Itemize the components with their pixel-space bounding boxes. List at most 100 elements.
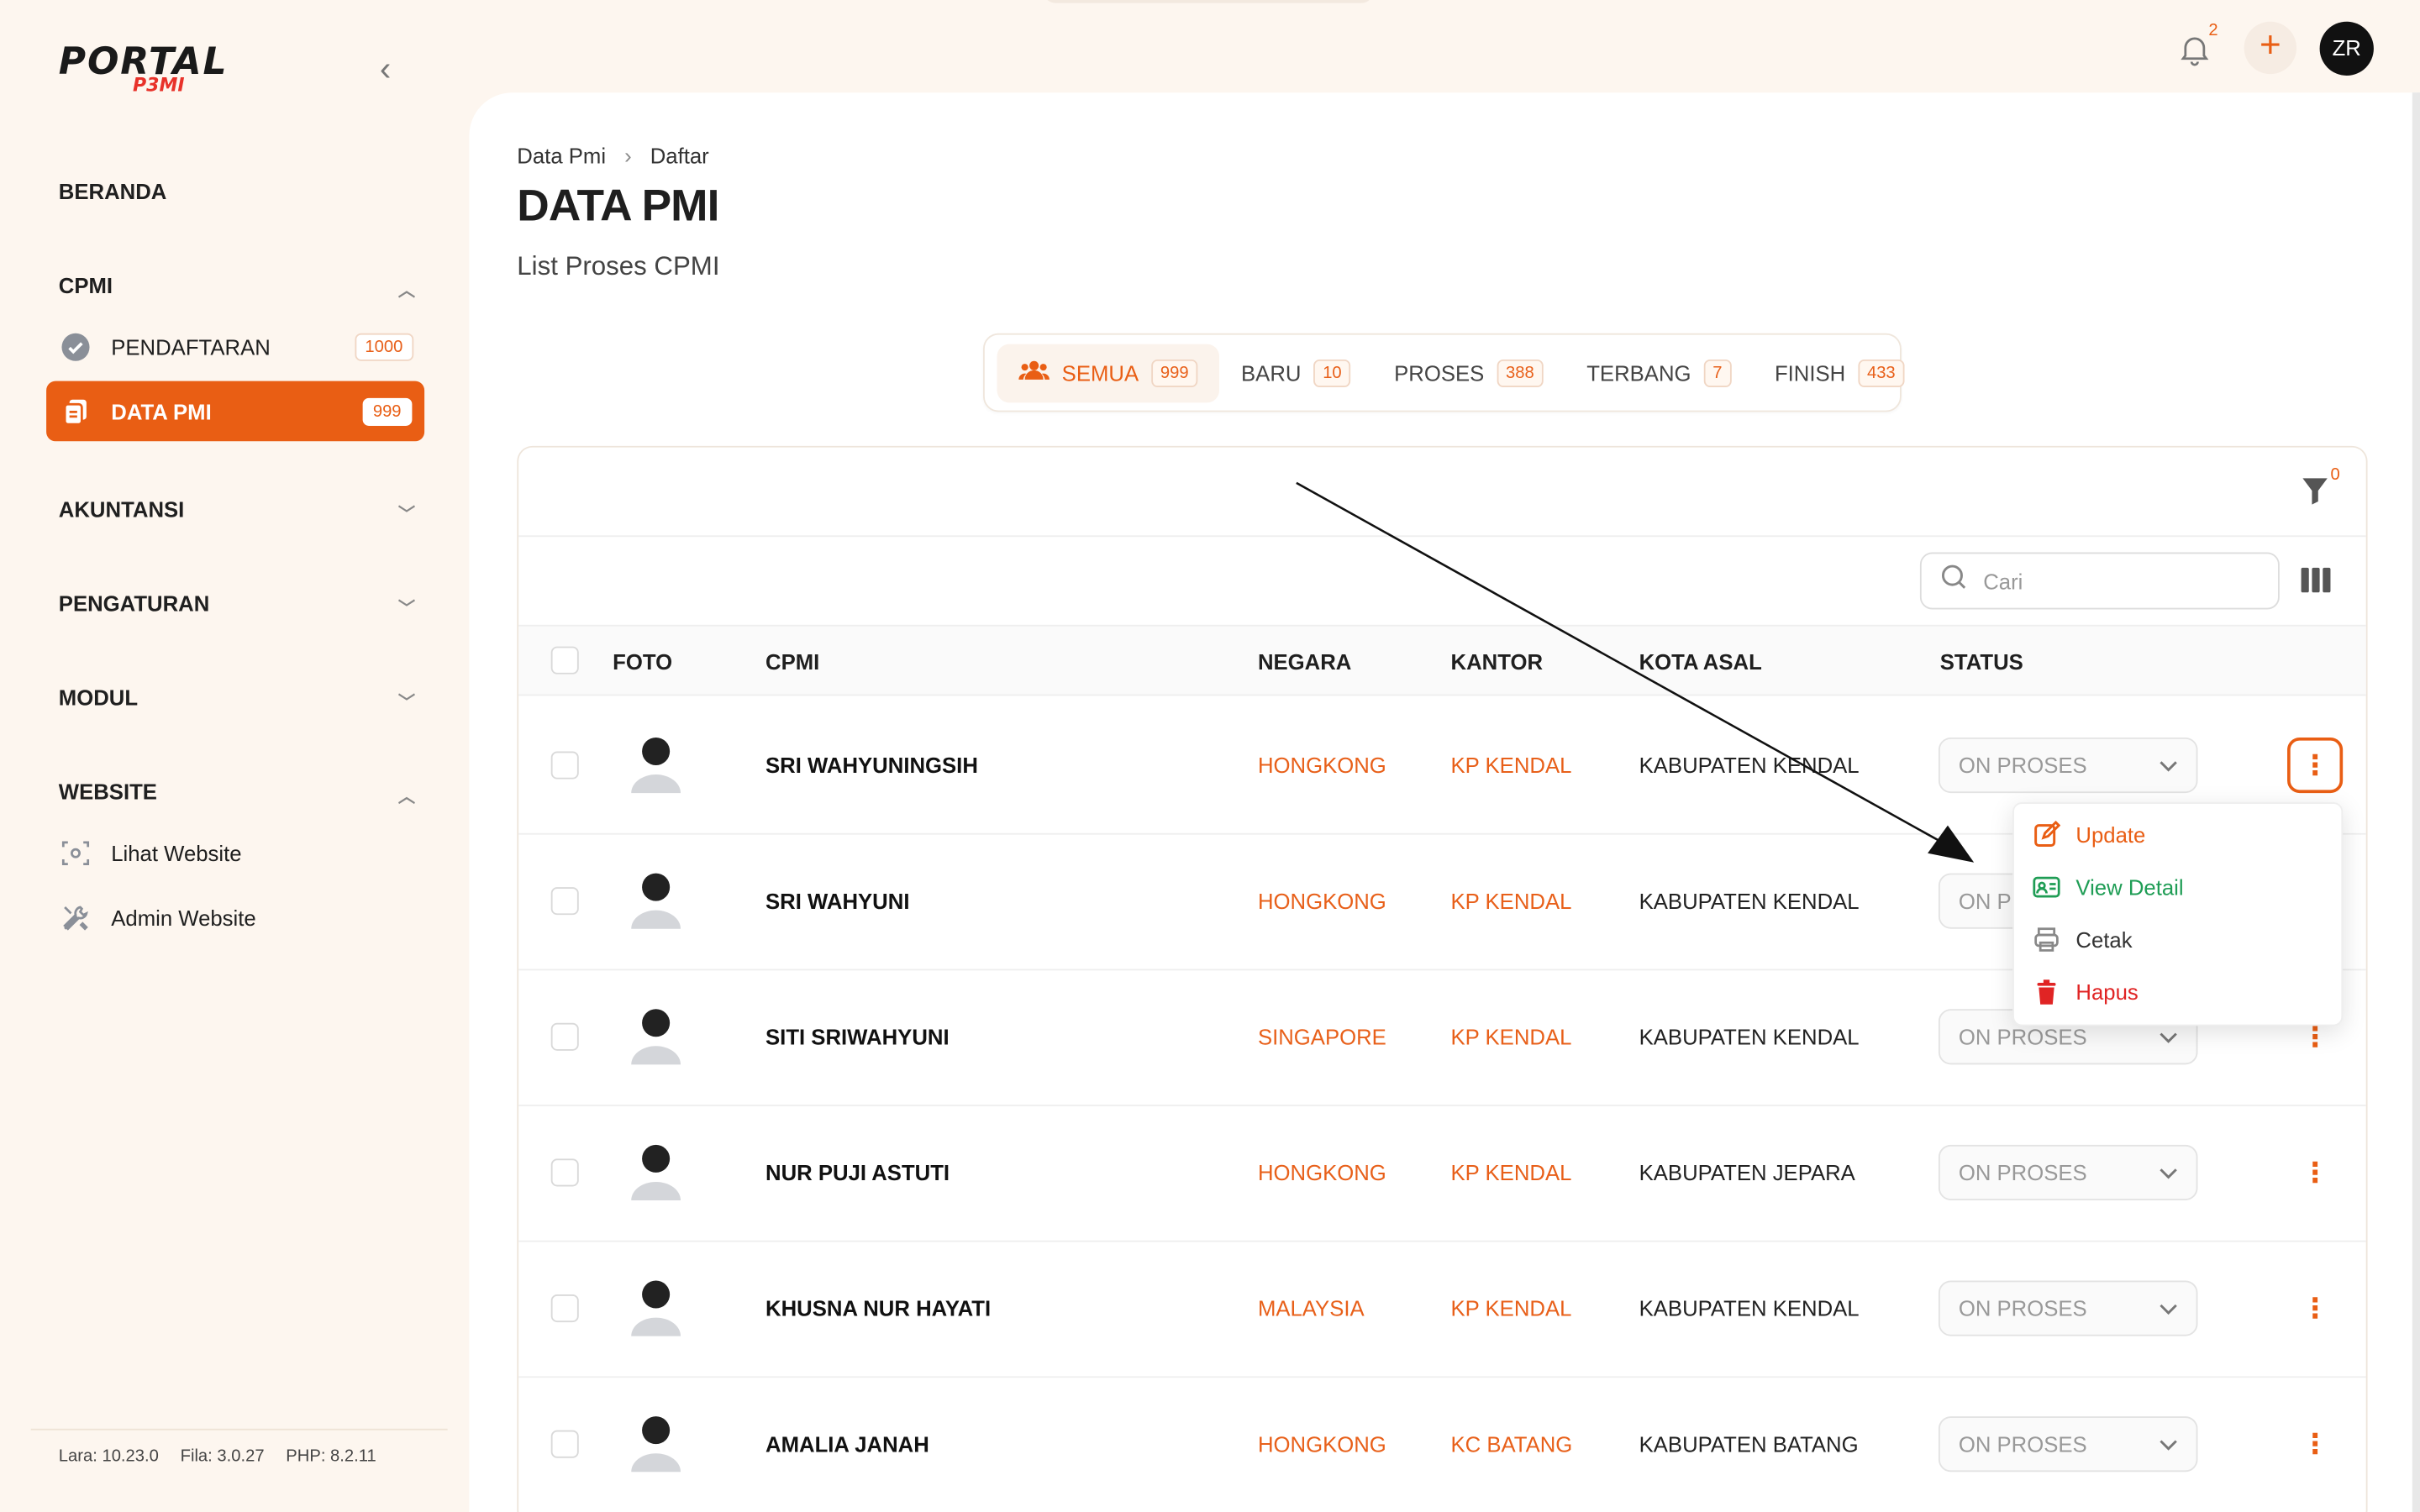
users-icon <box>1018 358 1050 387</box>
cpmi-name[interactable]: SRI WAHYUNI <box>765 889 909 913</box>
row-checkbox[interactable] <box>550 887 579 916</box>
sidebar-item-lihat-website[interactable]: Lihat Website <box>59 835 413 872</box>
add-button[interactable]: + <box>2244 21 2297 75</box>
tab-proses[interactable]: PROSES 388 <box>1372 344 1565 402</box>
row-actions-kebab-icon[interactable]: ⋮ <box>2287 1280 2343 1336</box>
nav-group-cpmi-label: CPMI <box>58 273 113 298</box>
sidebar: PORTAL P3MI ‹ BERANDA CPMI ︿ PENDAFTARAN… <box>0 0 470 1512</box>
cpmi-name[interactable]: AMALIA JANAH <box>765 1431 929 1456</box>
tab-count-badge: 433 <box>1857 359 1905 387</box>
row-checkbox[interactable] <box>550 751 579 780</box>
tab-baru[interactable]: BARU 10 <box>1219 344 1372 402</box>
nav-group-pengaturan[interactable]: PENGATURAN ﹀ <box>59 591 416 619</box>
kota-asal-cell: KABUPATEN BATANG <box>1639 1431 1859 1457</box>
count-badge: 1000 <box>354 333 414 361</box>
version-lara: Lara: 10.23.0 <box>58 1446 159 1466</box>
documents-icon <box>59 394 92 428</box>
sidebar-item-admin-website[interactable]: Admin Website <box>59 900 413 937</box>
cpmi-name[interactable]: SITI SRIWAHYUNI <box>765 1025 950 1049</box>
nav-beranda[interactable]: BERANDA <box>59 179 413 203</box>
col-status[interactable]: STATUS <box>1940 649 2023 674</box>
row-checkbox[interactable] <box>550 1158 579 1187</box>
sidebar-item-pendaftaran[interactable]: PENDAFTARAN 1000 <box>59 328 414 365</box>
status-select[interactable]: ON PROSES <box>1938 1416 2198 1473</box>
nav-group-akuntansi[interactable]: AKUNTANSI ﹀ <box>58 496 415 524</box>
status-select[interactable]: ON PROSES <box>1938 1144 2198 1200</box>
nav-group-modul[interactable]: MODUL ﹀ <box>58 685 415 713</box>
tab-finish[interactable]: FINISH 433 <box>1753 344 1926 402</box>
filter-count: 0 <box>2330 465 2340 485</box>
nav-group-modul-label: MODUL <box>58 685 139 710</box>
row-actions-kebab-icon[interactable]: ⋮ <box>2287 1416 2343 1472</box>
status-select[interactable]: ON PROSES <box>1938 737 2198 794</box>
chevron-up-icon: ︿ <box>397 788 416 807</box>
person-placeholder-icon <box>629 736 684 795</box>
nav-group-cpmi[interactable]: CPMI ︿ <box>58 273 416 302</box>
tab-count-badge: 388 <box>1497 359 1544 387</box>
kota-asal-cell: KABUPATEN KENDAL <box>1639 888 1860 914</box>
nav-group-website-label: WEBSITE <box>58 779 157 804</box>
collapse-sidebar-icon[interactable]: ‹ <box>380 52 411 86</box>
scrollbar[interactable] <box>2412 92 2420 1512</box>
status-select[interactable]: ON PROSES <box>1938 1280 2198 1336</box>
top-handle <box>1043 0 1374 3</box>
kota-asal-cell: KABUPATEN KENDAL <box>1639 1295 1860 1321</box>
user-avatar[interactable]: ZR <box>2319 21 2374 76</box>
negara-cell: HONGKONG <box>1257 888 1386 914</box>
sidebar-item-data-pmi[interactable]: DATA PMI 999 <box>46 381 425 442</box>
version-fila: Fila: 3.0.27 <box>180 1446 265 1466</box>
status-value: ON PROSES <box>1958 1295 2087 1321</box>
tab-terbang[interactable]: TERBANG 7 <box>1565 344 1754 402</box>
menu-item-update[interactable]: Update <box>2033 820 2146 848</box>
menu-item-label: Cetak <box>2075 927 2133 953</box>
cpmi-name[interactable]: NUR PUJI ASTUTI <box>765 1160 950 1184</box>
chevron-down-icon <box>2160 1296 2178 1320</box>
kantor-cell: KC BATANG <box>1450 1431 1573 1457</box>
col-kota-asal[interactable]: KOTA ASAL <box>1639 649 1762 674</box>
wrench-screwdriver-icon <box>59 901 92 935</box>
cpmi-name[interactable]: KHUSNA NUR HAYATI <box>765 1296 991 1320</box>
kantor-cell: KP KENDAL <box>1450 1024 1572 1049</box>
tab-label: BARU <box>1241 360 1302 386</box>
viewfinder-icon <box>59 837 92 870</box>
chevron-down-icon <box>2160 1025 2178 1049</box>
row-checkbox[interactable] <box>550 1022 579 1051</box>
cpmi-name[interactable]: SRI WAHYUNINGSIH <box>765 753 978 777</box>
chevron-right-icon: › <box>624 143 632 169</box>
status-value: ON PROSES <box>1958 1160 2087 1185</box>
chevron-down-icon <box>2160 1431 2178 1456</box>
search-box[interactable] <box>1919 552 2280 610</box>
select-all-checkbox[interactable] <box>550 646 579 675</box>
nav-group-akuntansi-label: AKUNTANSI <box>58 496 185 522</box>
menu-item-hapus[interactable]: Hapus <box>2033 978 2139 1005</box>
menu-item-cetak[interactable]: Cetak <box>2033 926 2133 953</box>
tab-semua[interactable]: SEMUA 999 <box>997 343 1220 402</box>
filter-icon[interactable] <box>2302 475 2329 507</box>
check-badge-icon <box>59 330 92 364</box>
col-cpmi[interactable]: CPMI <box>765 649 819 674</box>
breadcrumb-item[interactable]: Data Pmi <box>517 144 606 168</box>
row-checkbox[interactable] <box>550 1430 579 1458</box>
row-actions-kebab-icon[interactable]: ⋮ <box>2287 737 2344 794</box>
status-value: ON PROSES <box>1958 1024 2087 1049</box>
menu-item-label: Update <box>2075 822 2146 848</box>
chevron-down-icon: ﹀ <box>397 600 416 619</box>
divider <box>518 535 2366 538</box>
status-tabs: SEMUA 999 BARU 10 PROSES 388 TERBANG 7 F… <box>983 333 1905 412</box>
col-negara[interactable]: NEGARA <box>1258 649 1351 674</box>
breadcrumb: Data Pmi › Daftar <box>517 144 708 168</box>
status-value: ON PROSES <box>1958 1431 2087 1457</box>
trash-icon <box>2033 978 2060 1005</box>
columns-toggle-icon[interactable] <box>2301 567 2331 593</box>
negara-cell: HONGKONG <box>1257 1431 1386 1457</box>
col-kantor[interactable]: KANTOR <box>1451 649 1544 674</box>
row-checkbox[interactable] <box>550 1294 579 1323</box>
portal-logo[interactable]: PORTAL P3MI <box>59 40 260 102</box>
row-actions-kebab-icon[interactable]: ⋮ <box>2287 1145 2343 1200</box>
chevron-up-icon: ︿ <box>397 282 416 302</box>
menu-item-view-detail[interactable]: View Detail <box>2033 874 2184 901</box>
negara-cell: HONGKONG <box>1257 1160 1386 1185</box>
search-input[interactable] <box>1983 568 2261 594</box>
nav-group-website[interactable]: WEBSITE ︿ <box>58 779 416 807</box>
bell-icon[interactable] <box>2176 31 2213 68</box>
